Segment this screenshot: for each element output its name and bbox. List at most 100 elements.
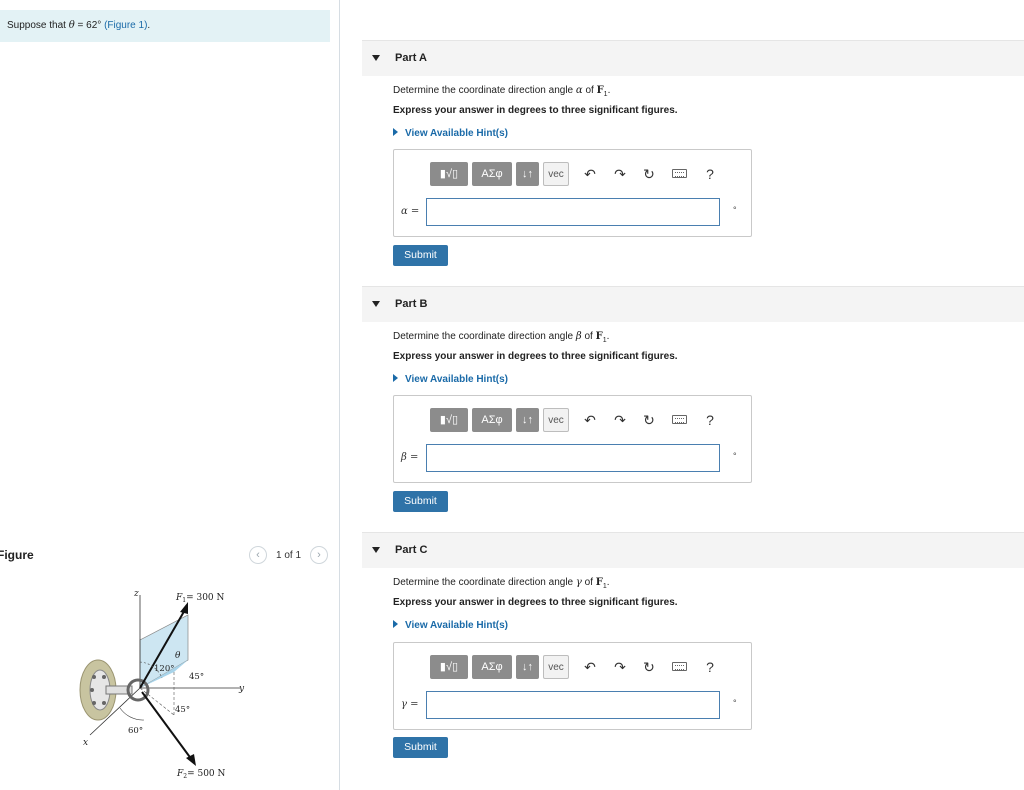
- gamma-input[interactable]: [426, 691, 720, 719]
- caret-down-icon[interactable]: [372, 547, 380, 553]
- label-z: z: [133, 589, 139, 599]
- help-button[interactable]: ?: [700, 410, 720, 430]
- label-f1: F1= 300 N: [175, 593, 225, 604]
- reset-icon[interactable]: ↻: [639, 657, 659, 677]
- bolt-3: [90, 688, 94, 692]
- arrows-button[interactable]: ↓↑: [516, 655, 539, 679]
- keyboard-icon[interactable]: [672, 169, 687, 178]
- question-of: of: [584, 331, 593, 342]
- hint-label: View Available Hint(s): [405, 374, 508, 385]
- question-text: Determine the coordinate direction angle: [393, 331, 574, 342]
- undo-icon[interactable]: ↶: [580, 164, 600, 184]
- greek-button[interactable]: ΑΣφ: [472, 408, 512, 432]
- part-b-title: Part B: [395, 298, 428, 310]
- f2-arrow-shaft: [141, 691, 193, 761]
- part-c-question: Determine the coordinate direction angle…: [393, 577, 610, 590]
- label-theta: θ: [175, 651, 181, 661]
- chevron-left-icon[interactable]: ‹: [249, 546, 267, 564]
- part-b-instruction: Express your answer in degrees to three …: [393, 351, 678, 362]
- figure-title: Figure: [0, 548, 34, 562]
- templates-button[interactable]: ▮√▯: [430, 655, 468, 679]
- redo-icon[interactable]: ↷: [610, 164, 630, 184]
- arrows-button[interactable]: ↓↑: [516, 408, 539, 432]
- force-symbol: F: [595, 331, 603, 342]
- part-b-header[interactable]: Part B: [362, 286, 1024, 322]
- part-a-header[interactable]: Part A: [362, 40, 1024, 76]
- var-label-text: γ =: [401, 699, 419, 710]
- part-a-hint[interactable]: View Available Hint(s): [393, 128, 508, 139]
- question-of: of: [585, 85, 594, 96]
- vec-button[interactable]: vec: [543, 408, 569, 432]
- angle-symbol: α: [575, 85, 583, 96]
- alpha-input[interactable]: [426, 198, 720, 226]
- figure-header: Figure ‹ 1 of 1 ›: [0, 546, 335, 566]
- label-x: x: [83, 738, 88, 748]
- help-button[interactable]: ?: [700, 164, 720, 184]
- undo-icon[interactable]: ↶: [580, 657, 600, 677]
- label-120: 120°: [154, 664, 174, 674]
- beta-input[interactable]: [426, 444, 720, 472]
- caret-down-icon[interactable]: [372, 301, 380, 307]
- vec-button[interactable]: vec: [543, 655, 569, 679]
- part-c-answer-box: ▮√▯ ΑΣφ ↓↑ vec ↶ ↷ ↻ ? γ = °: [393, 642, 752, 730]
- part-c-instruction: Express your answer in degrees to three …: [393, 597, 678, 608]
- part-c-submit-button[interactable]: Submit: [393, 737, 448, 758]
- force-sub: 1: [602, 583, 607, 590]
- vec-button[interactable]: vec: [543, 162, 569, 186]
- undo-icon[interactable]: ↶: [580, 410, 600, 430]
- part-a-instruction: Express your answer in degrees to three …: [393, 105, 678, 116]
- degree-unit: °: [733, 451, 737, 461]
- part-a-submit-button[interactable]: Submit: [393, 245, 448, 266]
- bolt-1: [92, 675, 96, 679]
- force-sub: 1: [603, 91, 608, 98]
- keyboard-icon[interactable]: [672, 662, 687, 671]
- figure-page-count: 1 of 1: [276, 550, 302, 561]
- help-button[interactable]: ?: [700, 657, 720, 677]
- alpha-label: α =: [401, 206, 419, 217]
- keyboard-icon[interactable]: [672, 415, 687, 424]
- redo-icon[interactable]: ↷: [610, 657, 630, 677]
- part-b-submit-button[interactable]: Submit: [393, 491, 448, 512]
- arrows-button[interactable]: ↓↑: [516, 162, 539, 186]
- part-b-question: Determine the coordinate direction angle…: [393, 331, 610, 344]
- bolt-5: [102, 701, 106, 705]
- left-panel: Suppose that θ = 62° (Figure 1). Figure …: [0, 0, 340, 790]
- question-text: Determine the coordinate direction angle: [393, 85, 574, 96]
- label-f2: F2= 500 N: [176, 769, 226, 780]
- hint-triangle-icon: [393, 374, 398, 382]
- part-a-title: Part A: [395, 52, 427, 64]
- force-symbol: F: [595, 577, 603, 588]
- hint-label: View Available Hint(s): [405, 620, 508, 631]
- degree-unit: °: [733, 698, 737, 708]
- force-symbol: F: [596, 85, 604, 96]
- arc-60: [119, 707, 145, 721]
- force-sub: 1: [602, 337, 607, 344]
- part-c-hint[interactable]: View Available Hint(s): [393, 620, 508, 631]
- part-c-header[interactable]: Part C: [362, 532, 1024, 568]
- part-c: Part C Determine the coordinate directio…: [362, 532, 1024, 762]
- greek-button[interactable]: ΑΣφ: [472, 162, 512, 186]
- part-a-question: Determine the coordinate direction angle…: [393, 85, 611, 98]
- bolt-4: [92, 701, 96, 705]
- question-of: of: [584, 577, 593, 588]
- part-c-title: Part C: [395, 544, 428, 556]
- part-b-answer-box: ▮√▯ ΑΣφ ↓↑ vec ↶ ↷ ↻ ? β = °: [393, 395, 752, 483]
- redo-icon[interactable]: ↷: [610, 410, 630, 430]
- caret-down-icon[interactable]: [372, 55, 380, 61]
- beta-label: β =: [401, 452, 418, 463]
- theta-value: = 62°: [77, 20, 102, 31]
- greek-button[interactable]: ΑΣφ: [472, 655, 512, 679]
- reset-icon[interactable]: ↻: [639, 410, 659, 430]
- templates-button[interactable]: ▮√▯: [430, 408, 468, 432]
- templates-button[interactable]: ▮√▯: [430, 162, 468, 186]
- part-b-hint[interactable]: View Available Hint(s): [393, 374, 508, 385]
- figure-link[interactable]: (Figure 1): [104, 20, 147, 31]
- reset-icon[interactable]: ↻: [639, 164, 659, 184]
- chevron-right-icon[interactable]: ›: [310, 546, 328, 564]
- part-b: Part B Determine the coordinate directio…: [362, 286, 1024, 516]
- label-45b: 45°: [175, 705, 190, 715]
- problem-statement: Suppose that θ = 62° (Figure 1).: [0, 10, 330, 42]
- label-45a: 45°: [189, 672, 204, 682]
- problem-prefix: Suppose that: [7, 20, 66, 31]
- page: Suppose that θ = 62° (Figure 1). Figure …: [0, 0, 1024, 790]
